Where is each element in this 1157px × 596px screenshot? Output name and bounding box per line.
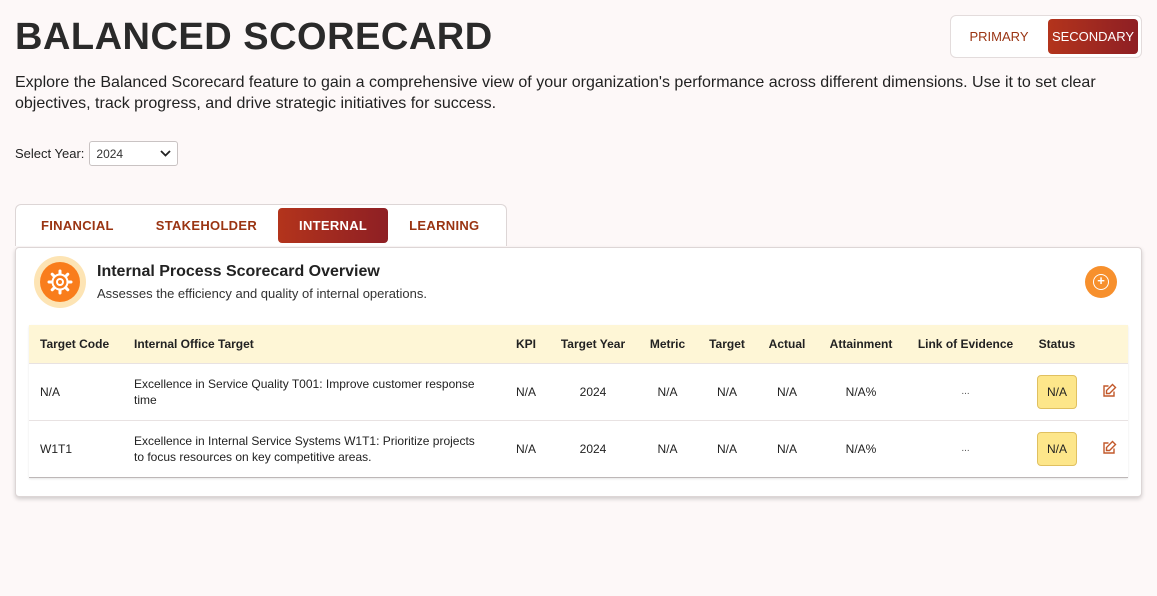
cell-evidence-link[interactable]: ... <box>908 363 1023 420</box>
header-link-of-evidence: Link of Evidence <box>917 336 1014 351</box>
page-description: Explore the Balanced Scorecard feature t… <box>15 74 1096 112</box>
cell-status: N/A <box>1023 363 1091 420</box>
year-selector: Select Year: 2024 <box>15 141 179 166</box>
cell-target-code: W1T1 <box>40 441 73 456</box>
header-status: Status <box>1038 336 1076 351</box>
scorecard-card: Internal Process Scorecard Overview Asse… <box>15 247 1142 497</box>
scorecard-table: Target Code Internal Office Target KPI T… <box>29 325 1128 478</box>
tab-internal[interactable]: INTERNAL <box>278 208 389 243</box>
tab-stakeholder[interactable]: STAKEHOLDER <box>135 208 278 243</box>
tab-financial[interactable]: FINANCIAL <box>20 208 135 243</box>
year-label: Select Year: <box>15 146 85 161</box>
cell-evidence-link[interactable]: ... <box>908 420 1023 477</box>
status-badge: N/A <box>1037 374 1077 409</box>
secondary-button[interactable]: SECONDARY <box>1048 19 1138 54</box>
cell-year: 2024 <box>579 441 607 456</box>
chevron-down-icon <box>160 150 172 157</box>
cell-metric: N/A <box>657 441 678 456</box>
header-metric: Metric <box>649 336 686 351</box>
add-target-button[interactable]: + <box>1085 266 1117 298</box>
header-internal-office-target: Internal Office Target <box>134 336 254 351</box>
cell-target: Excellence in Internal Service Systems W… <box>134 433 475 464</box>
edit-icon[interactable] <box>1102 440 1117 458</box>
cell-actual: N/A <box>776 441 797 456</box>
header-actions <box>1091 325 1128 363</box>
cell-kpi: N/A <box>515 384 536 399</box>
header-attainment: Attainment <box>829 336 893 351</box>
cell-target-code: N/A <box>40 384 61 399</box>
page-title: BALANCED SCORECARD <box>15 16 493 58</box>
cell-metric: N/A <box>657 384 678 399</box>
cell-status: N/A <box>1023 420 1091 477</box>
table-row: N/A Excellence in Service Quality T001: … <box>29 363 1128 420</box>
plus-circle-icon: + <box>1093 274 1109 290</box>
table-header-row: Target Code Internal Office Target KPI T… <box>29 325 1128 363</box>
header-target-code: Target Code <box>40 336 110 351</box>
cell-actions <box>1091 363 1128 420</box>
year-select[interactable]: 2024 <box>89 141 179 166</box>
status-badge: N/A <box>1037 431 1077 466</box>
edit-icon[interactable] <box>1102 383 1117 401</box>
header-target: Target <box>709 336 745 351</box>
card-title: Internal Process Scorecard Overview <box>97 263 380 280</box>
cell-attainment: N/A% <box>845 441 877 456</box>
tab-learning[interactable]: LEARNING <box>388 208 500 243</box>
cell-target-value: N/A <box>716 441 737 456</box>
cell-target: Excellence in Service Quality T001: Impr… <box>134 376 475 407</box>
cell-target-value: N/A <box>716 384 737 399</box>
scorecard-type-toggle: PRIMARY SECONDARY <box>950 15 1142 58</box>
table-row: W1T1 Excellence in Internal Service Syst… <box>29 420 1128 477</box>
header-actual: Actual <box>768 336 806 351</box>
cell-kpi: N/A <box>515 441 536 456</box>
year-select-value: 2024 <box>96 146 124 161</box>
card-subtitle: Assesses the efficiency and quality of i… <box>97 286 428 301</box>
header-target-year: Target Year <box>560 336 626 351</box>
cell-actual: N/A <box>776 384 797 399</box>
perspective-tabs: FINANCIAL STAKEHOLDER INTERNAL LEARNING <box>15 204 507 246</box>
header-kpi: KPI <box>515 336 536 351</box>
cell-attainment: N/A% <box>845 384 877 399</box>
primary-button[interactable]: PRIMARY <box>954 19 1044 54</box>
cell-year: 2024 <box>579 384 607 399</box>
cell-actions <box>1091 420 1128 477</box>
gear-icon <box>34 256 86 308</box>
